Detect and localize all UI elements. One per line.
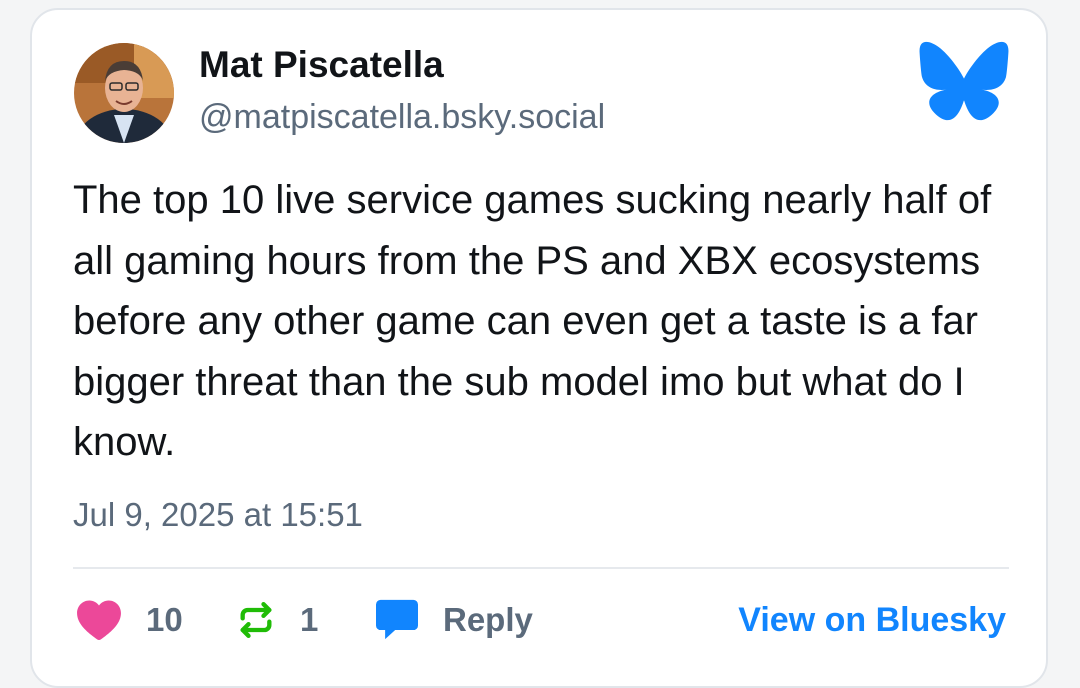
like-count: 10 (146, 601, 183, 638)
avatar-photo-icon (74, 43, 174, 143)
post-embed-card: Mat Piscatella @matpiscatella.bsky.socia… (30, 8, 1048, 688)
repost-button[interactable]: 1 (236, 590, 318, 650)
author-name[interactable]: Mat Piscatella (199, 44, 444, 86)
like-button[interactable]: 10 (76, 590, 183, 650)
reply-label: Reply (443, 601, 533, 638)
view-on-bluesky-link[interactable]: View on Bluesky (738, 590, 1006, 650)
heart-icon (77, 600, 121, 641)
speech-bubble-icon (376, 599, 418, 640)
post-text: The top 10 live service games sucking ne… (73, 178, 992, 464)
bluesky-butterfly-icon[interactable] (918, 40, 1010, 122)
repost-count: 1 (300, 601, 319, 638)
post-timestamp[interactable]: Jul 9, 2025 at 15:51 (73, 496, 363, 534)
author-handle[interactable]: @matpiscatella.bsky.social (199, 98, 605, 137)
reply-button[interactable]: Reply (375, 590, 533, 650)
author-avatar[interactable] (74, 43, 174, 143)
repost-icon (240, 602, 272, 638)
divider (73, 567, 1009, 569)
post-actions-bar: 10 1 Reply View on Bluesky (32, 590, 1046, 650)
